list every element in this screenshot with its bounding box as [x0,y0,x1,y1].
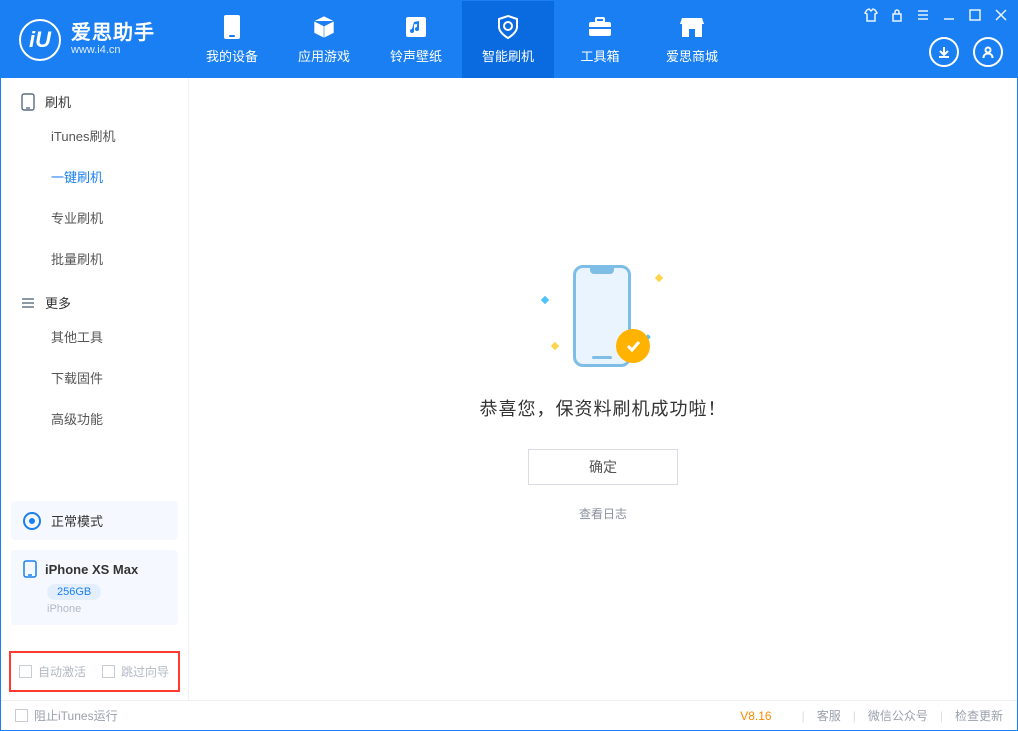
music-icon [403,14,429,40]
user-button[interactable] [973,37,1003,67]
device-small-icon [23,560,37,578]
header-tabs: 我的设备 应用游戏 铃声壁纸 智能刷机 工具箱 爱思商城 [186,1,738,78]
logo-badge-icon: iU [19,19,61,61]
minimize-button[interactable] [941,7,957,23]
sidebar-item-other-tools[interactable]: 其他工具 [1,316,188,357]
logo-subtitle: www.i4.cn [71,44,155,56]
tab-toolbox[interactable]: 工具箱 [554,1,646,78]
sidebar-item-advanced[interactable]: 高级功能 [1,398,188,439]
toolbox-icon [587,14,613,40]
sidebar: 刷机 iTunes刷机 一键刷机 专业刷机 批量刷机 更多 其他工具 下载固件 … [1,78,189,700]
tab-store[interactable]: 爱思商城 [646,1,738,78]
tab-label: 智能刷机 [482,46,534,65]
menu-icon[interactable] [915,7,931,23]
device-type: iPhone [47,603,166,615]
sidebar-group-label: 更多 [45,293,71,312]
logo-title: 爱思助手 [71,22,155,44]
success-message: 恭喜您，保资料刷机成功啦！ [480,395,727,421]
sidebar-item-one-click-flash[interactable]: 一键刷机 [1,156,188,197]
lock-icon[interactable] [889,7,905,23]
shield-icon [495,14,521,40]
app-header: iU 爱思助手 www.i4.cn 我的设备 应用游戏 铃声壁纸 智能刷机 工具… [1,1,1017,78]
download-button[interactable] [929,37,959,67]
ok-button[interactable]: 确定 [528,449,678,485]
check-circle-icon [616,329,650,363]
view-log-link[interactable]: 查看日志 [579,505,627,522]
phone-small-icon [21,93,35,111]
sidebar-item-download-firmware[interactable]: 下载固件 [1,357,188,398]
checkbox-label: 阻止iTunes运行 [34,707,118,724]
tab-label: 我的设备 [206,46,258,65]
footer-link-update[interactable]: 检查更新 [955,707,1003,724]
tab-smart-flash[interactable]: 智能刷机 [462,1,554,78]
highlight-box: 自动激活 跳过向导 [9,651,180,692]
mode-dot-icon [23,512,41,530]
status-bar: 阻止iTunes运行 V8.16 | 客服 | 微信公众号 | 检查更新 [1,700,1017,730]
window-controls [863,7,1009,23]
version-label: V8.16 [740,709,771,723]
checkbox-skip-wizard[interactable]: 跳过向导 [102,663,169,680]
sidebar-group-more: 更多 [1,279,188,316]
header-right-icons [929,37,1003,67]
tab-label: 应用游戏 [298,46,350,65]
app-logo: iU 爱思助手 www.i4.cn [1,1,186,78]
shop-icon [679,14,705,40]
success-illustration [538,257,668,377]
device-icon [219,14,245,40]
shirt-icon[interactable] [863,7,879,23]
device-storage-badge: 256GB [47,584,101,600]
list-icon [21,296,35,310]
tab-apps-games[interactable]: 应用游戏 [278,1,370,78]
device-name: iPhone XS Max [45,562,138,577]
mode-card[interactable]: 正常模式 [11,501,178,540]
footer-link-support[interactable]: 客服 [817,707,841,724]
checkbox-icon [15,709,28,722]
checkbox-block-itunes[interactable]: 阻止iTunes运行 [15,707,118,724]
main-content: 恭喜您，保资料刷机成功啦！ 确定 查看日志 [189,78,1017,700]
sidebar-item-pro-flash[interactable]: 专业刷机 [1,197,188,238]
mode-label: 正常模式 [51,511,103,530]
device-card[interactable]: iPhone XS Max 256GB iPhone [11,550,178,625]
checkbox-label: 自动激活 [38,663,86,680]
tab-label: 爱思商城 [666,46,718,65]
tab-label: 铃声壁纸 [390,46,442,65]
close-button[interactable] [993,7,1009,23]
tab-my-device[interactable]: 我的设备 [186,1,278,78]
sidebar-group-flash: 刷机 [1,78,188,115]
sidebar-group-label: 刷机 [45,92,71,111]
maximize-button[interactable] [967,7,983,23]
checkbox-label: 跳过向导 [121,663,169,680]
sidebar-item-batch-flash[interactable]: 批量刷机 [1,238,188,279]
tab-label: 工具箱 [580,46,619,65]
cube-icon [311,14,337,40]
checkbox-icon [19,665,32,678]
tab-ringtones-wallpapers[interactable]: 铃声壁纸 [370,1,462,78]
sidebar-item-itunes-flash[interactable]: iTunes刷机 [1,115,188,156]
checkbox-icon [102,665,115,678]
checkbox-auto-activate[interactable]: 自动激活 [19,663,86,680]
footer-link-wechat[interactable]: 微信公众号 [868,707,928,724]
